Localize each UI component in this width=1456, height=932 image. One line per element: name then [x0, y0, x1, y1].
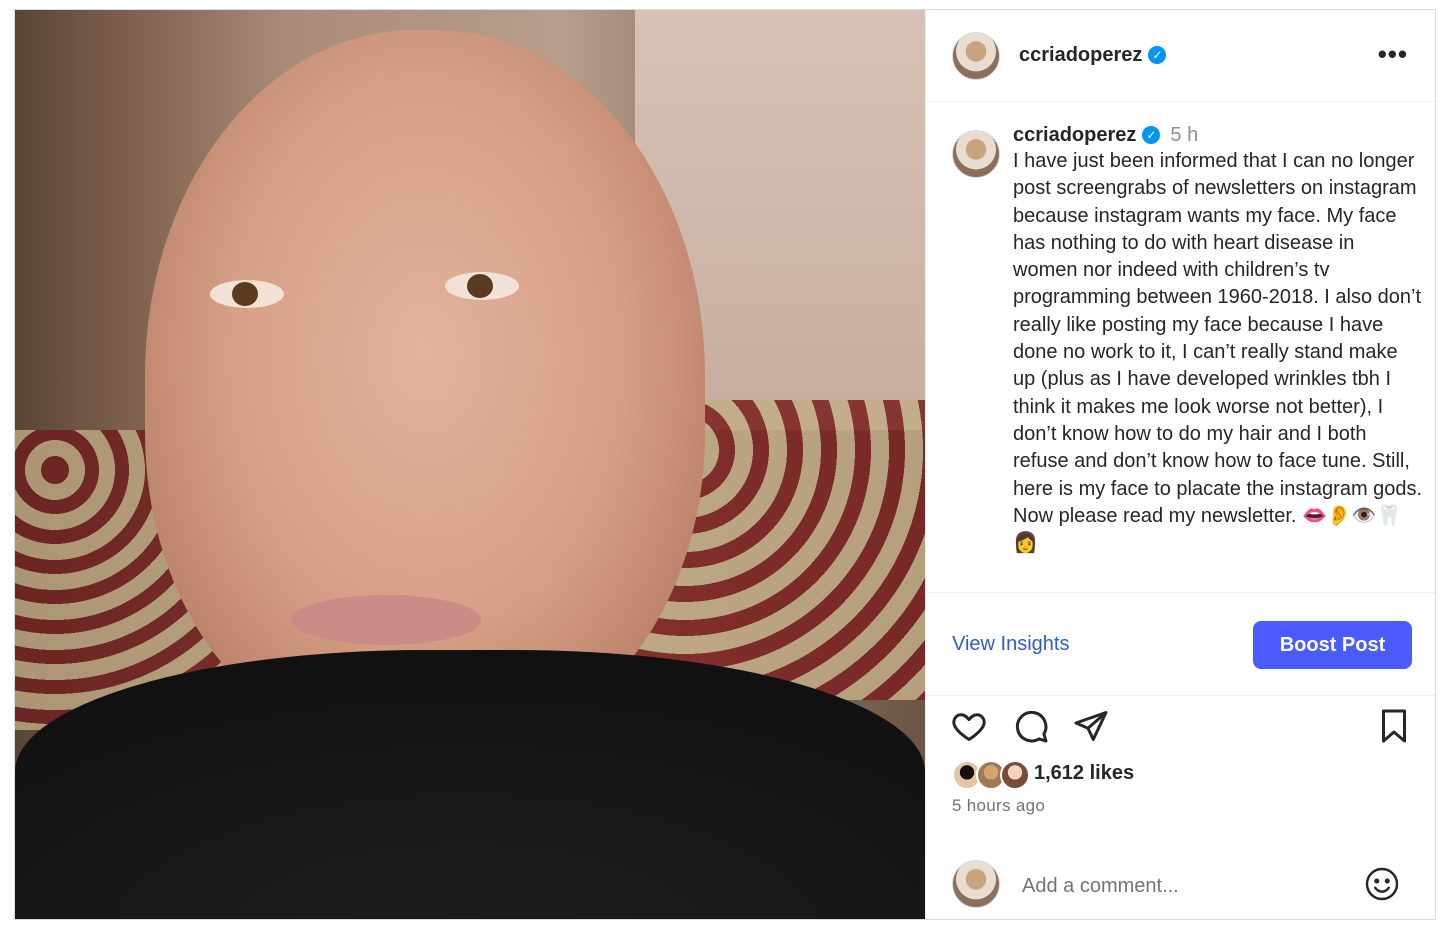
- caption-text: I have just been informed that I can no …: [1013, 150, 1423, 555]
- action-icons: [926, 700, 1435, 752]
- post-time[interactable]: 5 h: [1170, 124, 1198, 146]
- caption-avatar[interactable]: [952, 130, 1000, 178]
- verified-badge-icon: ✓: [1142, 126, 1161, 144]
- username-text: ccriadoperez: [1019, 44, 1143, 66]
- post-card: ccriadoperez ✓ ••• ccriadoperez ✓ 5 h I hav…: [14, 9, 1436, 920]
- post-header: ccriadoperez ✓ •••: [926, 10, 1435, 102]
- comment-input[interactable]: [1020, 870, 1354, 902]
- post-photo[interactable]: [15, 10, 925, 919]
- liker-avatars[interactable]: [952, 760, 1032, 790]
- insights-bar: View Insights Boost Post: [926, 592, 1435, 696]
- photo-sweater: [15, 650, 925, 919]
- comment-avatar: [952, 860, 1000, 908]
- caption-body: ccriadoperez ✓ 5 h I have just been inform…: [1013, 122, 1423, 557]
- more-options-icon[interactable]: •••: [1378, 41, 1408, 67]
- post-side-panel: ccriadoperez ✓ ••• ccriadoperez ✓ 5 h I hav…: [925, 10, 1435, 919]
- view-insights-link[interactable]: View Insights: [952, 633, 1069, 656]
- bookmark-icon[interactable]: [1376, 708, 1412, 744]
- photo-lips: [291, 595, 481, 645]
- avatar[interactable]: [952, 32, 1000, 80]
- boost-post-button[interactable]: Boost Post: [1253, 621, 1412, 669]
- photo-eye-right: [445, 272, 519, 300]
- caption-username[interactable]: ccriadoperez: [1013, 124, 1136, 146]
- emoji-icon[interactable]: [1364, 866, 1400, 902]
- share-icon[interactable]: [1072, 708, 1110, 744]
- photo-eye-left: [210, 280, 284, 308]
- caption-head: ccriadoperez ✓ 5 h: [1013, 122, 1423, 148]
- comment-bar: [926, 840, 1435, 919]
- header-username[interactable]: ccriadoperez ✓: [1019, 44, 1167, 67]
- verified-badge-icon: ✓: [1148, 46, 1167, 64]
- likes-count[interactable]: 1,612 likes: [1034, 762, 1134, 785]
- post-timestamp[interactable]: 5 hours ago: [952, 796, 1045, 816]
- comment-icon[interactable]: [1012, 708, 1050, 744]
- liker-avatar: [1000, 760, 1030, 790]
- heart-icon[interactable]: [950, 708, 988, 744]
